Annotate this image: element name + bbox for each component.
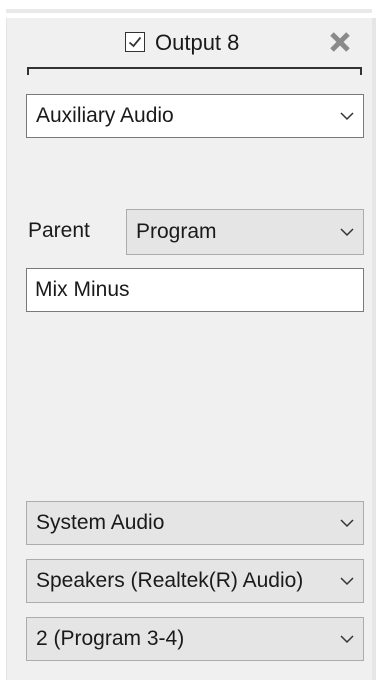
audio-source-value: System Audio (36, 511, 165, 534)
output-type-value: Auxiliary Audio (36, 104, 174, 127)
channel-select[interactable]: 2 (Program 3-4) (26, 617, 364, 661)
close-button[interactable] (327, 29, 353, 55)
top-divider (6, 9, 372, 13)
group-bracket (27, 67, 362, 75)
close-icon (330, 32, 350, 52)
mix-name-field[interactable] (27, 269, 363, 311)
mix-name-input[interactable] (26, 268, 364, 312)
output-title: Output 8 (155, 30, 240, 55)
chevron-down-icon (340, 577, 354, 586)
audio-device-value: Speakers (Realtek(R) Audio) (36, 569, 304, 592)
parent-label: Parent (28, 219, 90, 242)
output-enabled-checkbox[interactable] (125, 32, 145, 52)
chevron-down-icon (340, 112, 354, 121)
output-type-select[interactable]: Auxiliary Audio (26, 94, 364, 138)
checkmark-icon (128, 36, 142, 48)
parent-value: Program (136, 220, 217, 243)
chevron-down-icon (340, 519, 354, 528)
panel-scrollbar-track (372, 18, 376, 680)
channel-value: 2 (Program 3-4) (36, 627, 185, 650)
audio-source-select[interactable]: System Audio (26, 501, 364, 545)
chevron-down-icon (340, 228, 354, 237)
chevron-down-icon (340, 635, 354, 644)
parent-select[interactable]: Program (126, 209, 364, 255)
audio-device-select[interactable]: Speakers (Realtek(R) Audio) (26, 559, 364, 603)
